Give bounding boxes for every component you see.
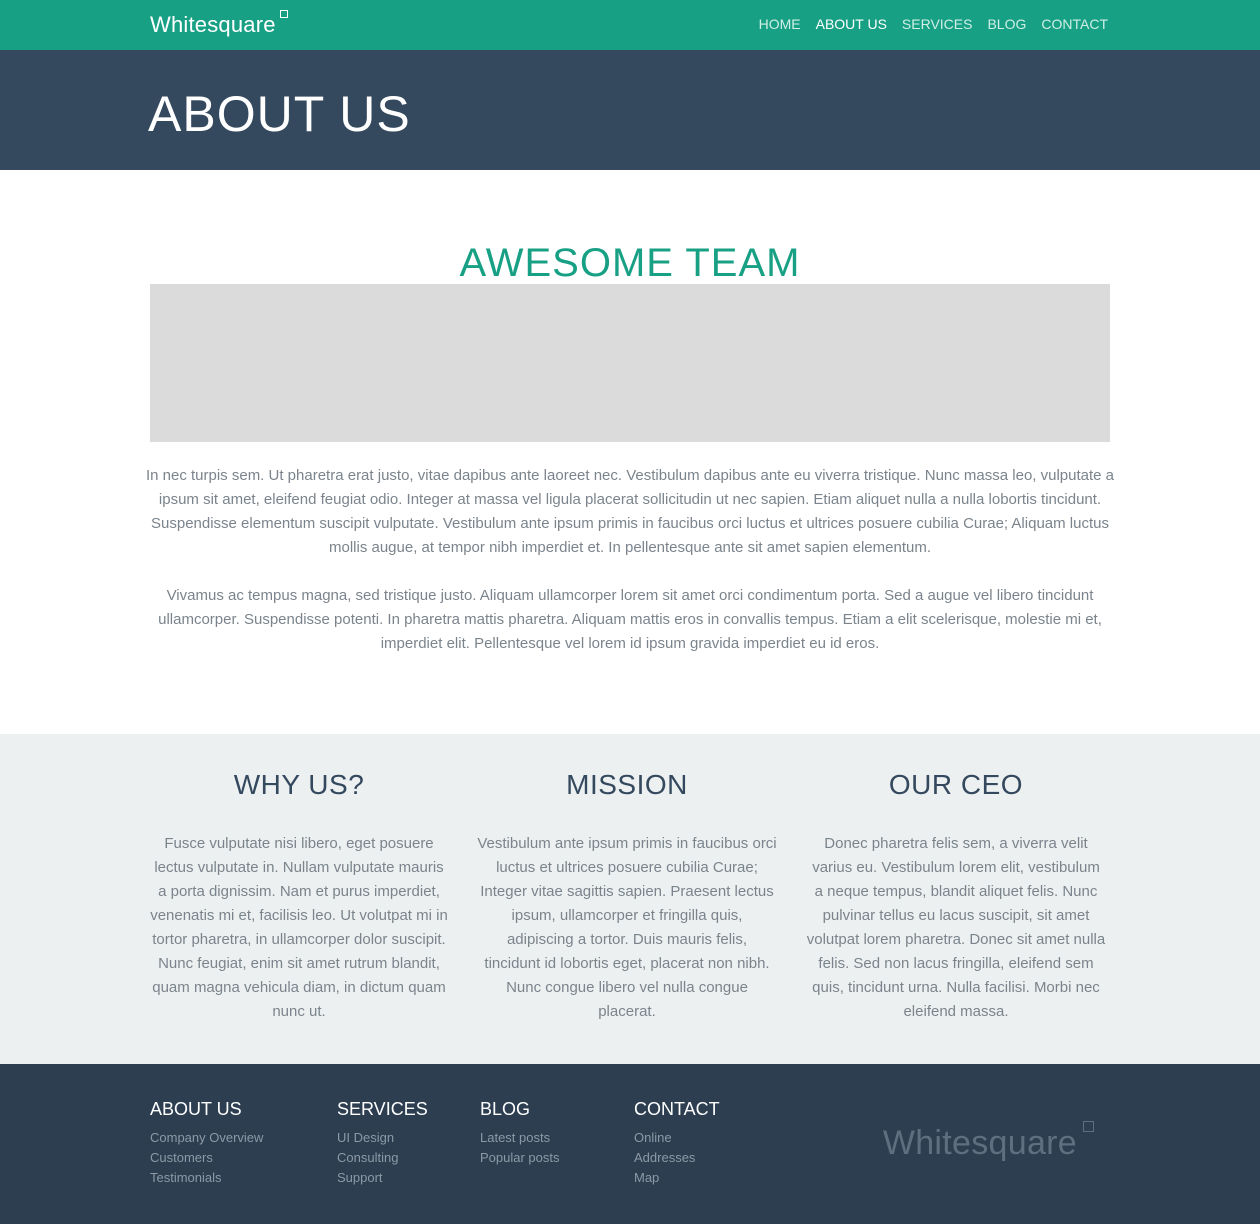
- feature-text: Fusce vulputate nisi libero, eget posuer…: [150, 835, 448, 1020]
- footer-logo[interactable]: Whitesquare: [882, 1121, 1094, 1163]
- footer-column-about-us: ABOUT US Company Overview Customers Test…: [150, 1098, 263, 1188]
- nav-item-services[interactable]: SERVICES: [902, 16, 973, 32]
- footer-link-addresses[interactable]: Addresses: [634, 1148, 720, 1168]
- footer-link-map[interactable]: Map: [634, 1168, 720, 1188]
- footer-column-title: ABOUT US: [150, 1099, 242, 1119]
- footer-link-company-overview[interactable]: Company Overview: [150, 1128, 263, 1148]
- feature-title: OUR CEO: [888, 769, 1024, 800]
- top-navbar: Whitesquare HOME ABOUT US SERVICES BLOG …: [0, 0, 1260, 50]
- brand-name: Whitesquare: [150, 12, 276, 37]
- footer-column-blog: BLOG Latest posts Popular posts: [480, 1098, 560, 1168]
- footer-column-services: SERVICES UI Design Consulting Support: [337, 1098, 428, 1188]
- footer-column-contact: CONTACT Online Addresses Map: [634, 1098, 720, 1188]
- nav-item-contact[interactable]: CONTACT: [1041, 16, 1108, 32]
- feature-mission: MISSION Vestibulum ante ipsum primis in …: [477, 768, 777, 1024]
- footer-column-title: CONTACT: [634, 1099, 720, 1119]
- nav-item-home[interactable]: HOME: [759, 16, 801, 32]
- feature-our-ceo: OUR CEO Donec pharetra felis sem, a vive…: [806, 768, 1106, 1024]
- feature-text: Vestibulum ante ipsum primis in faucibus…: [477, 835, 777, 1020]
- footer-column-title: SERVICES: [337, 1099, 428, 1119]
- team-paragraph-2: Vivamus ac tempus magna, sed tristique j…: [158, 587, 1102, 652]
- team-description: In nec turpis sem. Ut pharetra erat just…: [145, 464, 1115, 656]
- footer-link-consulting[interactable]: Consulting: [337, 1148, 428, 1168]
- footer-link-ui-design[interactable]: UI Design: [337, 1128, 428, 1148]
- main-nav: HOME ABOUT US SERVICES BLOG CONTACT: [759, 16, 1108, 32]
- footer-link-online[interactable]: Online: [634, 1128, 720, 1148]
- footer-logo-text: Whitesquare: [882, 1124, 1077, 1162]
- nav-item-blog[interactable]: BLOG: [987, 16, 1026, 32]
- footer-link-latest-posts[interactable]: Latest posts: [480, 1128, 560, 1148]
- feature-text: Donec pharetra felis sem, a viverra veli…: [806, 835, 1106, 1020]
- footer-link-popular-posts[interactable]: Popular posts: [480, 1148, 560, 1168]
- feature-title: MISSION: [566, 769, 688, 800]
- team-title: AWESOME TEAM: [459, 241, 801, 285]
- footer-column-title: BLOG: [480, 1099, 531, 1119]
- brand-logo-link[interactable]: Whitesquare: [150, 10, 288, 38]
- footer: ABOUT US Company Overview Customers Test…: [0, 1064, 1260, 1224]
- page-header: ABOUT US: [0, 50, 1260, 170]
- footer-link-customers[interactable]: Customers: [150, 1148, 263, 1168]
- feature-why-us: WHY US? Fusce vulputate nisi libero, ege…: [149, 768, 449, 1024]
- page-title: ABOUT US: [148, 86, 411, 142]
- footer-link-support[interactable]: Support: [337, 1168, 428, 1188]
- square-icon: [1083, 1121, 1094, 1132]
- team-image-placeholder: [150, 284, 1110, 442]
- team-paragraph-1: In nec turpis sem. Ut pharetra erat just…: [145, 467, 1115, 556]
- square-icon: [279, 10, 288, 18]
- feature-title: WHY US?: [233, 769, 365, 800]
- nav-item-about-us[interactable]: ABOUT US: [816, 16, 887, 32]
- features-section: WHY US? Fusce vulputate nisi libero, ege…: [0, 734, 1260, 1064]
- footer-link-testimonials[interactable]: Testimonials: [150, 1168, 263, 1188]
